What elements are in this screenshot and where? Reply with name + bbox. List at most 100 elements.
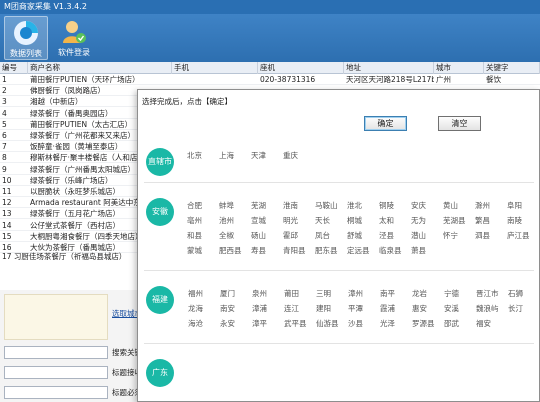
clear-button[interactable]: 清空	[438, 116, 481, 131]
city-option[interactable]: 邵武	[444, 318, 459, 329]
city-option[interactable]: 铜陵	[379, 200, 394, 211]
city-option[interactable]: 凤台	[315, 230, 330, 241]
toolbar: 数据列表 软件登录	[0, 14, 540, 62]
city-option[interactable]: 莆田	[284, 288, 299, 299]
city-option[interactable]: 太和	[379, 215, 394, 226]
city-option[interactable]: 武平县	[284, 318, 307, 329]
city-option[interactable]: 舒城	[347, 230, 362, 241]
city-option[interactable]: 天长	[315, 215, 330, 226]
city-option[interactable]: 怀宁	[443, 230, 458, 241]
city-option[interactable]: 龙海	[188, 303, 203, 314]
city-option[interactable]: 马鞍山	[315, 200, 338, 211]
city-option[interactable]: 黄山	[443, 200, 458, 211]
city-option[interactable]: 沙县	[348, 318, 363, 329]
city-option[interactable]: 亳州	[187, 215, 202, 226]
city-option[interactable]: 芜湖县	[443, 215, 466, 226]
city-option[interactable]: 青阳县	[283, 245, 306, 256]
city-option[interactable]: 无为	[411, 215, 426, 226]
city-option[interactable]: 合肥	[187, 200, 202, 211]
city-option[interactable]: 砀山	[251, 230, 266, 241]
city-option[interactable]: 南平	[380, 288, 395, 299]
city-option[interactable]: 全椒	[219, 230, 234, 241]
city-option[interactable]: 福安	[476, 318, 491, 329]
col-city[interactable]: 城市	[434, 62, 484, 74]
city-option[interactable]: 晋江市	[476, 288, 499, 299]
col-name[interactable]: 商户名称	[28, 62, 172, 74]
city-option[interactable]: 连江	[284, 303, 299, 314]
city-option[interactable]: 龙岩	[412, 288, 427, 299]
city-option[interactable]: 肥东县	[315, 245, 338, 256]
col-phone[interactable]: 手机	[172, 62, 258, 74]
city-option[interactable]: 光泽	[380, 318, 395, 329]
city-option[interactable]: 重庆	[283, 150, 298, 161]
city-option[interactable]: 临泉县	[379, 245, 402, 256]
city-option[interactable]: 池州	[219, 215, 234, 226]
col-address[interactable]: 地址	[344, 62, 434, 74]
city-option[interactable]: 蒙城	[187, 245, 202, 256]
notice-box	[4, 294, 108, 340]
city-option[interactable]: 肥西县	[219, 245, 242, 256]
city-option[interactable]: 厦门	[220, 288, 235, 299]
city-option[interactable]: 魏浪屿	[476, 303, 499, 314]
city-option[interactable]: 上海	[219, 150, 234, 161]
col-tel[interactable]: 座机	[258, 62, 344, 74]
city-option[interactable]: 和县	[187, 230, 202, 241]
col-keyword[interactable]: 关键字	[484, 62, 540, 74]
col-id[interactable]: 编号	[0, 62, 28, 74]
region-separator	[144, 182, 534, 183]
city-option[interactable]: 石狮	[508, 288, 523, 299]
confirm-button[interactable]: 确定	[364, 116, 407, 131]
city-option[interactable]: 北京	[187, 150, 202, 161]
city-option[interactable]: 泗县	[475, 230, 490, 241]
city-option[interactable]: 滁州	[475, 200, 490, 211]
city-option[interactable]: 惠安	[412, 303, 427, 314]
city-option[interactable]: 宣城	[251, 215, 266, 226]
city-option[interactable]: 淮南	[283, 200, 298, 211]
city-option[interactable]: 仙游县	[316, 318, 339, 329]
city-option[interactable]: 南安	[220, 303, 235, 314]
city-option[interactable]: 宁德	[444, 288, 459, 299]
city-option[interactable]: 漳州	[348, 288, 363, 299]
city-option[interactable]: 淮北	[347, 200, 362, 211]
table-row[interactable]: 1 莆田餐厅PUTIEN（天环广场店） 020-38731316 天河区天河路218号…	[0, 74, 540, 85]
cell-id: 13	[2, 209, 12, 219]
cell-id: 12	[2, 198, 12, 208]
data-list-button[interactable]: 数据列表	[4, 16, 48, 60]
city-option[interactable]: 寿县	[251, 245, 266, 256]
city-option[interactable]: 繁昌	[475, 215, 490, 226]
city-option[interactable]: 定远县	[347, 245, 370, 256]
city-option[interactable]: 潜山	[411, 230, 426, 241]
software-login-button[interactable]: 软件登录	[52, 16, 96, 60]
city-option[interactable]: 阜阳	[507, 200, 522, 211]
city-option[interactable]: 泾县	[379, 230, 394, 241]
city-option[interactable]: 霍邱	[283, 230, 298, 241]
city-option[interactable]: 蚌埠	[219, 200, 234, 211]
search-keyword-input[interactable]	[4, 346, 108, 359]
city-option[interactable]: 庐江县	[507, 230, 530, 241]
city-option[interactable]: 南陵	[507, 215, 522, 226]
city-option[interactable]: 萧县	[411, 245, 426, 256]
city-option[interactable]: 天津	[251, 150, 266, 161]
city-option[interactable]: 长汀	[508, 303, 523, 314]
city-option[interactable]: 罗源县	[412, 318, 435, 329]
city-option[interactable]: 桐城	[347, 215, 362, 226]
city-option[interactable]: 明光	[283, 215, 298, 226]
city-option[interactable]: 芜湖	[251, 200, 266, 211]
city-option[interactable]: 永安	[220, 318, 235, 329]
title-required-input[interactable]	[4, 386, 108, 399]
city-option[interactable]: 三明	[316, 288, 331, 299]
city-option[interactable]: 漳浦	[252, 303, 267, 314]
software-login-label: 软件登录	[58, 48, 90, 57]
city-option[interactable]: 福州	[188, 288, 203, 299]
city-option[interactable]: 海沧	[188, 318, 203, 329]
city-option[interactable]: 泉州	[252, 288, 267, 299]
city-option[interactable]: 霞浦	[380, 303, 395, 314]
city-option[interactable]: 安溪	[444, 303, 459, 314]
city-option[interactable]: 漳平	[252, 318, 267, 329]
city-option[interactable]: 安庆	[411, 200, 426, 211]
cell-phone	[172, 74, 258, 85]
city-option[interactable]: 建阳	[316, 303, 331, 314]
title-receive-input[interactable]	[4, 366, 108, 379]
cell-name: 莆田餐厅PUTIEN（天环广场店）	[30, 75, 140, 84]
city-option[interactable]: 平潭	[348, 303, 363, 314]
